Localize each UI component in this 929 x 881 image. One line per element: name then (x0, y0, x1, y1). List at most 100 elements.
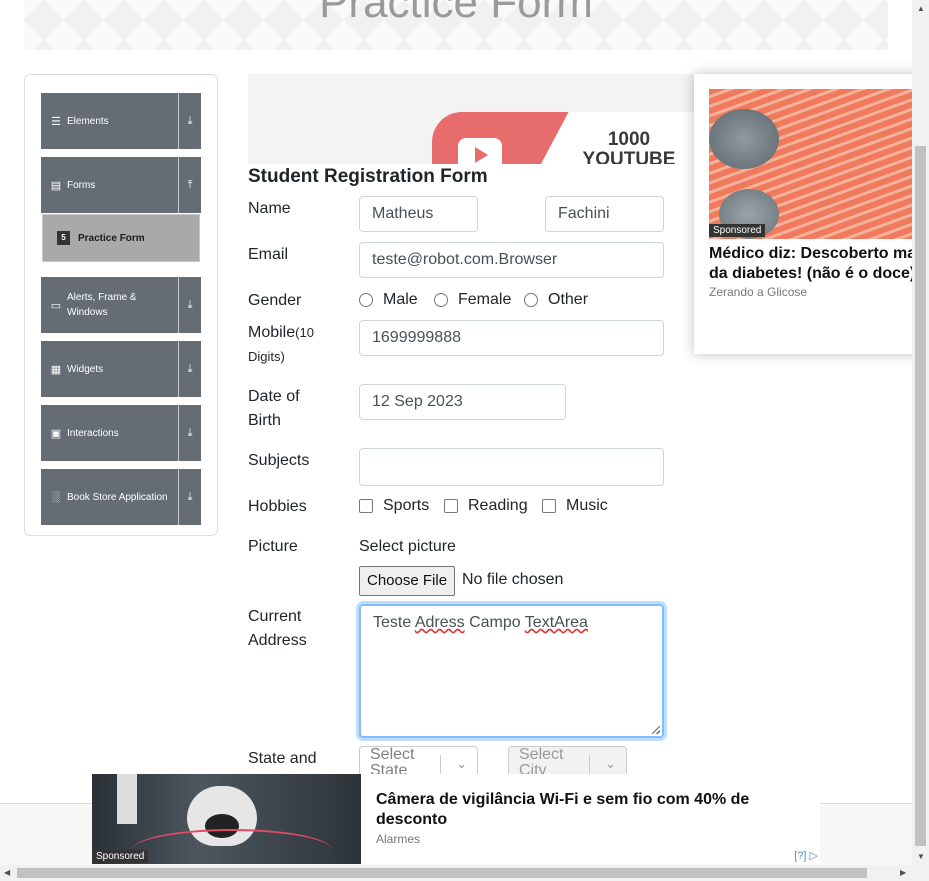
dob-label: Date of Birth (248, 385, 300, 433)
horizontal-scrollbar-thumb[interactable] (17, 868, 867, 878)
interaction-icon: ▣ (50, 427, 62, 440)
current-address-label: Current Address (248, 605, 307, 653)
last-name-input[interactable]: Fachini (545, 196, 664, 232)
sidebar-group-label: Interactions (67, 427, 119, 439)
vertical-scrollbar[interactable]: ▲ ▼ (912, 0, 929, 865)
radio-label: Female (458, 291, 512, 308)
radio-circle[interactable] (359, 293, 373, 307)
email-label: Email (248, 246, 289, 263)
dob-label-line: Birth (248, 412, 281, 429)
first-name-input[interactable]: Matheus (359, 196, 478, 232)
sidebar-group-forms[interactable]: ▤ Forms ⤒ (41, 157, 201, 213)
checkbox-label: Sports (383, 497, 430, 514)
gender-label: Gender (248, 292, 302, 309)
radio-label: Other (548, 291, 589, 308)
select-picture-label: Select picture (359, 538, 456, 555)
top-ad-banner[interactable]: 1000 YOUTUBE VIEWS (248, 74, 694, 164)
adchoices-label: [?] (794, 850, 807, 862)
address-word: Teste (373, 614, 412, 631)
sidebar-group-book-store[interactable]: ░ Book Store Application ⤓ (41, 469, 201, 525)
sidebar-group-widgets[interactable]: ▦ Widgets ⤓ (41, 341, 201, 397)
bottom-ad[interactable]: Sponsored Câmera de vigilância Wi-Fi e s… (92, 774, 820, 864)
horizontal-scrollbar[interactable]: ◀ ▶ (0, 865, 929, 881)
gender-other-radio[interactable]: Other (524, 291, 588, 309)
camera-mount (117, 774, 137, 824)
ad-image (709, 89, 929, 239)
mobile-hint: (10 (295, 325, 314, 340)
scroll-up-icon[interactable]: ▲ (917, 4, 925, 13)
sidebar-group-elements[interactable]: ☰ Elements ⤓ (41, 93, 201, 149)
hobby-reading-checkbox[interactable]: Reading (444, 497, 528, 515)
right-ad[interactable]: Sponsored Médico diz: Descoberto ma da d… (694, 74, 929, 354)
state-city-label: State and (248, 750, 317, 767)
hobby-music-checkbox[interactable]: Music (542, 497, 608, 515)
sidebar-group-label: Forms (67, 179, 96, 191)
checkbox-box[interactable] (444, 499, 458, 513)
books-icon: ░ (52, 491, 60, 503)
radio-circle[interactable] (524, 293, 538, 307)
scroll-left-icon[interactable]: ◀ (4, 868, 10, 877)
chevron-down-icon: ⌄ (456, 756, 467, 771)
checkbox-label: Music (566, 497, 608, 514)
name-label: Name (248, 200, 291, 217)
ad-text: 1000 YOUTUBE VIEWS (564, 129, 694, 165)
ad-headline[interactable]: Médico diz: Descoberto ma da diabetes! (… (709, 244, 929, 284)
download-arrow-icon: ⤓ (178, 277, 201, 333)
current-address-textarea[interactable]: Teste Adress Campo TextArea (359, 604, 664, 738)
sponsored-badge: Sponsored (709, 224, 766, 237)
form-title: Student Registration Form (248, 166, 488, 187)
sponsored-badge: Sponsored (92, 850, 149, 863)
download-arrow-icon: ⤓ (178, 469, 201, 525)
checkbox-label: Reading (468, 497, 528, 514)
address-word-misspelled: Adress (414, 614, 465, 631)
address-label-line: Address (248, 632, 307, 649)
chevron-down-icon: ⌄ (605, 756, 616, 771)
download-arrow-icon: ⤓ (178, 93, 201, 149)
sidebar: ☰ Elements ⤓ ▤ Forms ⤒ 5 Practice Form ▭… (24, 74, 218, 536)
upload-arrow-icon: ⤒ (178, 157, 201, 213)
sidebar-group-label: Elements (67, 115, 109, 127)
hobbies-label: Hobbies (248, 498, 307, 515)
ad-text-line: 1000 (607, 129, 651, 150)
gender-female-radio[interactable]: Female (434, 291, 511, 309)
picture-label: Picture (248, 538, 298, 555)
address-label-line: Current (248, 608, 302, 625)
checkbox-box[interactable] (359, 499, 373, 513)
mobile-input[interactable]: 1699999888 (359, 320, 664, 356)
ad-headline[interactable]: Câmera de vigilância Wi-Fi e sem fio com… (376, 790, 796, 830)
address-word-misspelled: TextArea (524, 614, 588, 631)
gender-male-radio[interactable]: Male (359, 291, 418, 309)
sidebar-item-label: Practice Form (78, 232, 145, 244)
file-status-text: No file chosen (462, 571, 564, 588)
scroll-right-icon[interactable]: ▶ (900, 868, 906, 877)
sidebar-group-interactions[interactable]: ▣ Interactions ⤓ (41, 405, 201, 461)
sidebar-group-alerts[interactable]: ▭ Alerts, Frame & Windows ⤓ (41, 277, 201, 333)
select-placeholder-line: Select (519, 746, 564, 763)
radio-circle[interactable] (434, 293, 448, 307)
sidebar-group-label: Book Store Application (67, 491, 168, 503)
subjects-input[interactable] (359, 448, 664, 486)
youtube-play-icon (458, 138, 502, 164)
email-input[interactable]: teste@robot.com.Browser (359, 242, 664, 278)
hobby-sports-checkbox[interactable]: Sports (359, 497, 429, 515)
vertical-scrollbar-thumb[interactable] (915, 146, 926, 846)
select-separator (589, 755, 590, 775)
html5-icon: 5 (57, 231, 70, 245)
sidebar-item-practice-form[interactable]: 5 Practice Form (42, 214, 200, 262)
date-of-birth-input[interactable]: 12 Sep 2023 (359, 384, 566, 420)
choose-file-button[interactable]: Choose File (359, 566, 456, 596)
subjects-label: Subjects (248, 452, 310, 469)
mobile-label: Mobile(10 Digits) (248, 321, 314, 369)
scroll-down-icon[interactable]: ▼ (917, 852, 925, 861)
ad-text-line: YOUTUBE VIEWS (582, 149, 676, 165)
ad-headline-line: Médico diz: Descoberto ma (709, 245, 917, 262)
radio-label: Male (383, 291, 418, 308)
address-word: Campo (469, 614, 521, 631)
mobile-label-text: Mobile (248, 324, 296, 341)
adchoices-icon[interactable]: [?] ▷ (794, 849, 818, 862)
grid-icon: ▦ (50, 363, 62, 376)
checkbox-box[interactable] (542, 499, 556, 513)
resize-handle[interactable] (652, 726, 660, 734)
ad-source: Zerando a Glicose (709, 285, 808, 299)
ad-source: Alarmes (376, 832, 421, 846)
